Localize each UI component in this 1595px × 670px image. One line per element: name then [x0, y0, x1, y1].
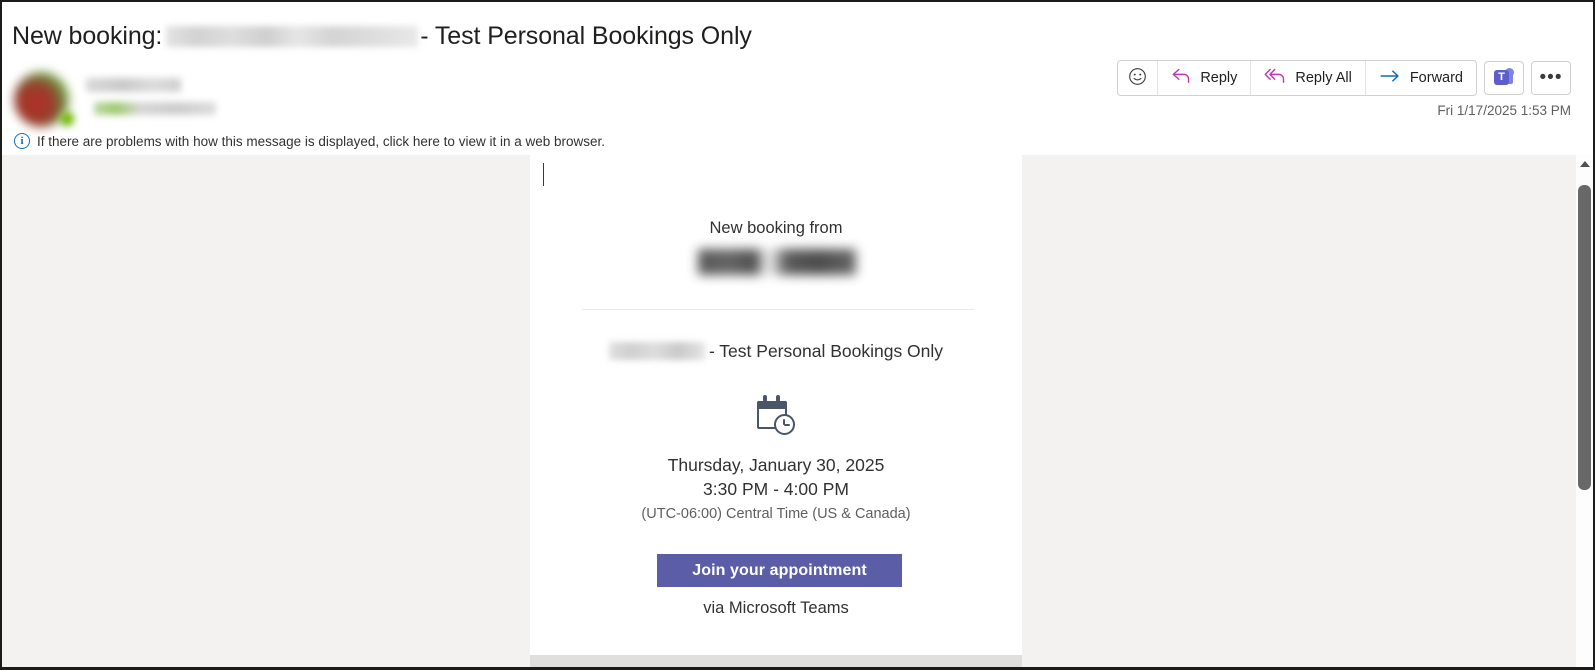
forward-button-label: Forward: [1409, 70, 1463, 86]
text-cursor: [543, 163, 544, 186]
message-command-bar: Reply Reply All Forward T •••: [1117, 60, 1571, 96]
page-title: New booking: - Test Personal Bookings Onl…: [12, 22, 752, 51]
booking-timezone: (UTC-06:00) Central Time (US & Canada): [641, 506, 911, 522]
message-timestamp: Fri 1/17/2025 1:53 PM: [1437, 103, 1571, 118]
ellipsis-icon: •••: [1539, 67, 1563, 88]
teams-letter: T: [1498, 71, 1505, 83]
scroll-thumb[interactable]: [1578, 185, 1591, 490]
booking-service-suffix: - Test Personal Bookings Only: [708, 341, 944, 361]
subject-suffix: - Test Personal Bookings Only: [420, 22, 752, 50]
reply-button-label: Reply: [1200, 70, 1238, 86]
divider: [582, 309, 974, 310]
booking-date: Thursday, January 30, 2025: [667, 455, 885, 475]
calendar-clock-icon: [754, 395, 798, 437]
reply-all-button[interactable]: Reply All: [1251, 61, 1366, 95]
reply-button-group: Reply Reply All Forward: [1117, 60, 1477, 96]
reply-button[interactable]: Reply: [1158, 61, 1252, 95]
calendar-icon-container: [530, 395, 1022, 442]
outlook-reading-pane: New booking: - Test Personal Bookings Onl…: [0, 0, 1595, 670]
smiley-icon: [1128, 67, 1147, 90]
redacted-sender-address: [94, 102, 216, 115]
redacted-booker-name: [698, 249, 856, 275]
reply-all-arrow-icon: [1264, 67, 1287, 89]
booking-time-range: 3:30 PM - 4:00 PM: [703, 479, 849, 499]
redacted-subject-text: [166, 25, 419, 47]
reply-all-button-label: Reply All: [1295, 70, 1352, 86]
forward-arrow-icon: [1379, 68, 1402, 88]
react-button[interactable]: [1118, 61, 1159, 95]
subject-prefix: New booking:: [12, 22, 163, 50]
web-view-infobar-text[interactable]: If there are problems with how this mess…: [37, 134, 605, 149]
message-header: New booking: - Test Personal Bookings Onl…: [2, 2, 1593, 155]
redacted-sender-name: [86, 78, 181, 92]
teams-button[interactable]: T: [1484, 61, 1524, 95]
redacted-service-name: [608, 342, 705, 361]
reply-arrow-icon: [1171, 67, 1192, 89]
message-body-region: New booking from - Test Personal Booking…: [2, 155, 1593, 667]
web-view-infobar[interactable]: i If there are problems with how this me…: [14, 133, 605, 149]
forward-button[interactable]: Forward: [1366, 61, 1476, 95]
card-footer-band: [530, 655, 1022, 667]
join-appointment-button[interactable]: Join your appointment: [657, 554, 902, 587]
sender-info[interactable]: [14, 72, 218, 130]
booking-via-label: via Microsoft Teams: [703, 599, 849, 617]
vertical-scrollbar[interactable]: [1575, 155, 1593, 667]
booking-service-title: - Test Personal Bookings Only: [530, 341, 1022, 362]
booking-email-card: New booking from - Test Personal Booking…: [530, 155, 1022, 667]
info-circle-icon: i: [14, 133, 30, 149]
presence-indicator-icon: [60, 112, 74, 126]
scroll-up-arrow-icon[interactable]: [1576, 155, 1593, 172]
microsoft-teams-icon: T: [1494, 68, 1514, 88]
more-actions-button[interactable]: •••: [1531, 61, 1571, 95]
booking-from-heading: New booking from: [709, 219, 843, 237]
